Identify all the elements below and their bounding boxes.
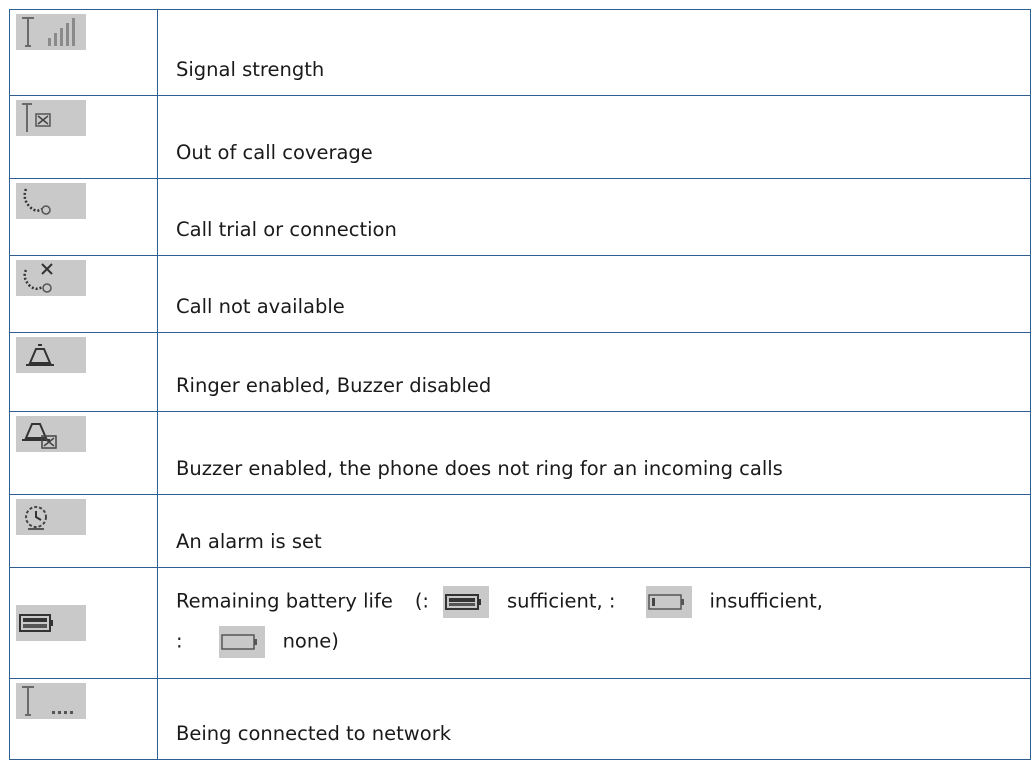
battery-full-icon [443,585,490,618]
table-row: Call trial or connection [9,178,1031,256]
battery-low-icon [645,585,692,618]
battery-sufficient-label: sufficient, : [507,589,616,613]
buzzer-enabled-icon [16,415,86,452]
icon-description: Signal strength [157,8,1031,97]
icon-cell [9,178,158,256]
icon-cell [9,95,158,180]
ringer-enabled-icon [16,336,86,373]
out-of-coverage-icon [16,100,86,137]
call-not-available-icon [16,259,86,296]
table-row: Call not available [9,254,1031,333]
battery-none-label: none) [282,629,339,653]
icon-cell [9,410,158,495]
icon-description: Buzzer enabled, the phone does not ring … [157,410,1031,495]
icon-cell [9,254,158,333]
table-row: An alarm is set [9,493,1031,568]
battery-colon: : [176,629,183,653]
battery-open-paren: (: [414,589,430,613]
status-icon-table: Signal strength Out of call coverage Cal… [9,8,1031,760]
table-row: Buzzer enabled, the phone does not ring … [9,410,1031,495]
table-row: Being connected to network [9,677,1031,760]
icon-description: Being connected to network [157,677,1031,760]
icon-description: Ringer enabled, Buzzer disabled [157,331,1031,412]
battery-description: Remaining battery life (: sufficient, : ins… [157,566,1031,679]
signal-strength-icon [16,14,86,50]
battery-empty-icon [218,625,265,658]
icon-description: Call not available [157,254,1031,333]
battery-label: Remaining battery life [176,589,393,613]
table-row: Remaining battery life (: sufficient, : ins… [9,566,1031,679]
network-connecting-icon [16,682,86,719]
icon-cell [9,566,158,679]
icon-cell [9,677,158,760]
icon-description: An alarm is set [157,493,1031,568]
icon-cell [9,493,158,568]
icon-cell [9,331,158,412]
icon-cell [9,8,158,97]
alarm-set-icon [16,498,86,535]
icon-description: Call trial or connection [157,178,1031,256]
table-row: Ringer enabled, Buzzer disabled [9,331,1031,412]
battery-icon [16,604,86,641]
battery-insufficient-label: insufficient, [709,589,824,613]
call-connection-icon [16,183,86,220]
table-row: Out of call coverage [9,95,1031,180]
table-row: Signal strength [9,8,1031,97]
icon-description: Out of call coverage [157,95,1031,180]
